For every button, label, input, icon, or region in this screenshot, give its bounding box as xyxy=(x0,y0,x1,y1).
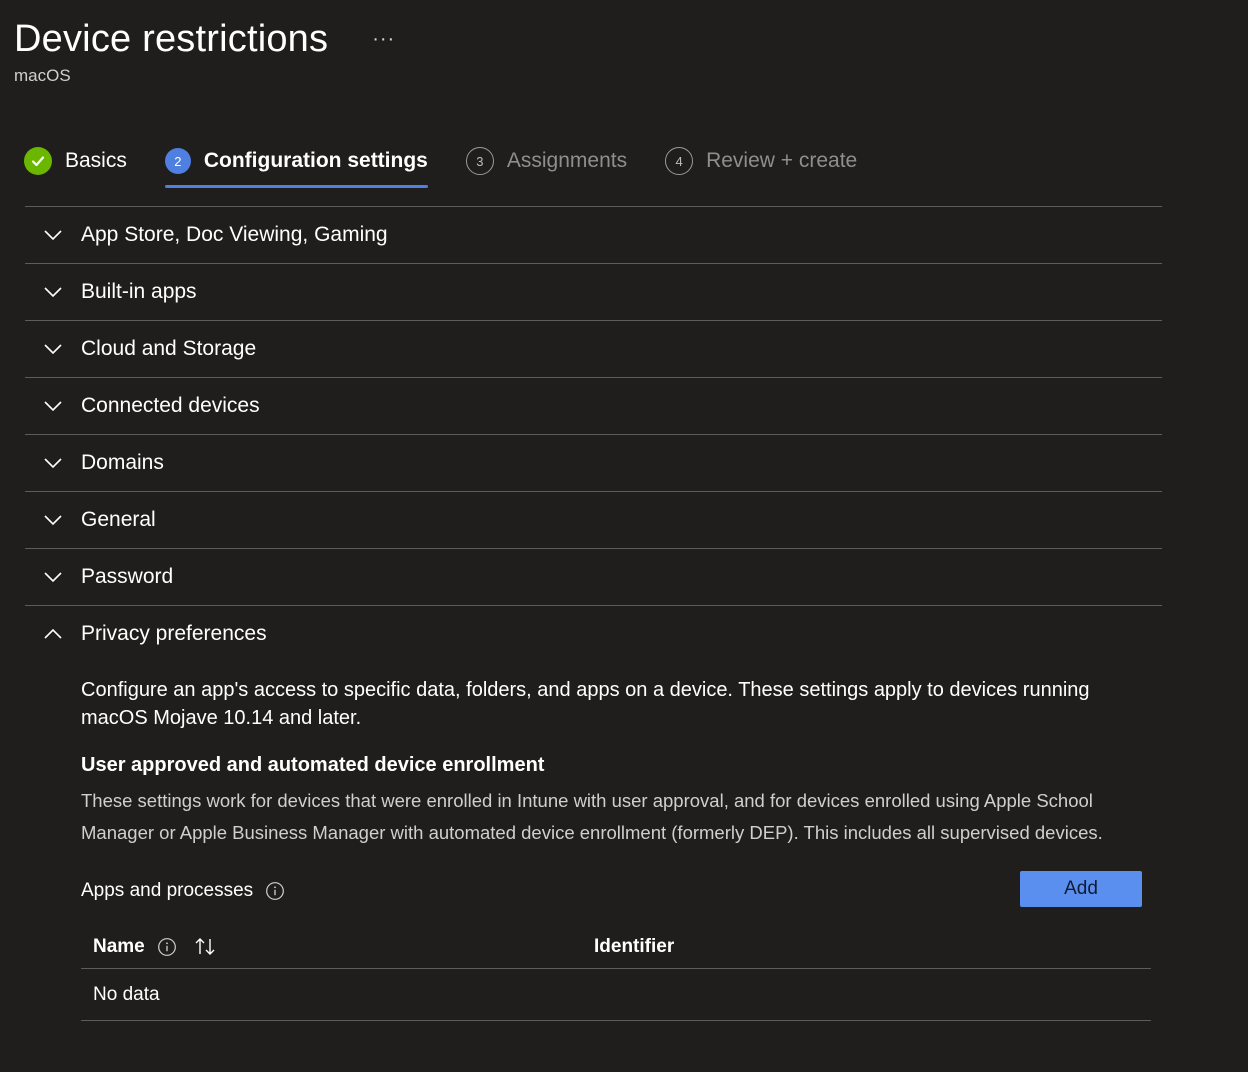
section-cloud-storage: Cloud and Storage xyxy=(25,320,1162,377)
section-label: App Store, Doc Viewing, Gaming xyxy=(81,223,388,246)
section-label: General xyxy=(81,508,156,531)
wizard-steps: Basics 2 Configuration settings 3 Assign… xyxy=(24,143,895,189)
step-number-badge: 4 xyxy=(665,147,694,175)
checkmark-icon xyxy=(24,147,52,175)
step-basics-label: Basics xyxy=(65,149,127,172)
section-header-domains[interactable]: Domains xyxy=(25,435,1162,491)
settings-accordion: App Store, Doc Viewing, Gaming Built-in … xyxy=(25,206,1162,1021)
section-connected-devices: Connected devices xyxy=(25,377,1162,434)
add-button[interactable]: Add xyxy=(1020,871,1142,907)
section-label: Domains xyxy=(81,451,164,474)
section-general: General xyxy=(25,491,1162,548)
step-number-badge: 2 xyxy=(164,148,191,174)
section-label: Cloud and Storage xyxy=(81,337,257,360)
section-header-privacy-preferences[interactable]: Privacy preferences xyxy=(25,606,1162,662)
apps-table: Name Identifier No data xyxy=(81,925,1151,1021)
enrollment-description: These settings work for devices that wer… xyxy=(81,790,1103,843)
section-label: Privacy preferences xyxy=(81,622,267,645)
section-header-password[interactable]: Password xyxy=(25,549,1162,605)
privacy-intro-text: Configure an app's access to specific da… xyxy=(81,679,1090,729)
apps-processes-label: Apps and processes xyxy=(81,880,254,901)
step-assignments-label: Assignments xyxy=(506,149,628,172)
section-header-connected-devices[interactable]: Connected devices xyxy=(25,378,1162,434)
chevron-down-icon xyxy=(25,400,81,412)
enrollment-heading: User approved and automated device enrol… xyxy=(81,754,545,776)
section-domains: Domains xyxy=(25,434,1162,491)
step-review-create[interactable]: 4 Review + create xyxy=(665,143,857,179)
chevron-down-icon xyxy=(25,286,81,298)
page-subtitle: macOS xyxy=(14,66,71,85)
column-header-identifier: Identifier xyxy=(594,935,675,957)
active-step-indicator xyxy=(164,185,428,188)
sort-arrows-icon[interactable] xyxy=(193,936,219,958)
chevron-down-icon xyxy=(25,571,81,583)
section-header-built-in-apps[interactable]: Built-in apps xyxy=(25,264,1162,320)
section-app-store: App Store, Doc Viewing, Gaming xyxy=(25,206,1162,263)
column-header-name: Name xyxy=(81,936,594,958)
page-title: Device restrictions xyxy=(14,18,329,60)
info-icon[interactable] xyxy=(265,881,285,901)
info-icon[interactable] xyxy=(157,937,177,957)
section-password: Password xyxy=(25,548,1162,605)
chevron-down-icon xyxy=(25,343,81,355)
more-options-button[interactable]: ··· xyxy=(366,26,401,53)
chevron-down-icon xyxy=(25,514,81,526)
column-name-label: Name xyxy=(93,935,145,957)
chevron-down-icon xyxy=(25,457,81,469)
chevron-up-icon xyxy=(25,628,81,640)
section-header-cloud-storage[interactable]: Cloud and Storage xyxy=(25,321,1162,377)
chevron-down-icon xyxy=(25,229,81,241)
step-configuration-settings[interactable]: 2 Configuration settings xyxy=(164,143,428,188)
apps-processes-row: Apps and processes Add xyxy=(81,871,1152,911)
section-label: Connected devices xyxy=(81,394,260,417)
section-privacy-preferences: Privacy preferences Configure an app's a… xyxy=(25,605,1162,1021)
table-header: Name Identifier xyxy=(81,925,1151,969)
section-label: Password xyxy=(81,565,174,588)
section-header-app-store[interactable]: App Store, Doc Viewing, Gaming xyxy=(25,207,1162,263)
step-review-create-label: Review + create xyxy=(706,149,858,172)
section-built-in-apps: Built-in apps xyxy=(25,263,1162,320)
section-label: Built-in apps xyxy=(81,280,197,303)
step-basics[interactable]: Basics xyxy=(24,143,127,179)
step-number-badge: 3 xyxy=(465,147,494,175)
title-row: Device restrictions ··· xyxy=(14,16,401,62)
table-row-empty: No data xyxy=(81,969,1151,1021)
page: Device restrictions ··· macOS Basics 2 C… xyxy=(0,0,1248,1072)
step-configuration-settings-label: Configuration settings xyxy=(203,149,428,172)
section-header-general[interactable]: General xyxy=(25,492,1162,548)
privacy-preferences-body: Configure an app's access to specific da… xyxy=(25,676,1162,1021)
step-assignments[interactable]: 3 Assignments xyxy=(465,143,628,179)
